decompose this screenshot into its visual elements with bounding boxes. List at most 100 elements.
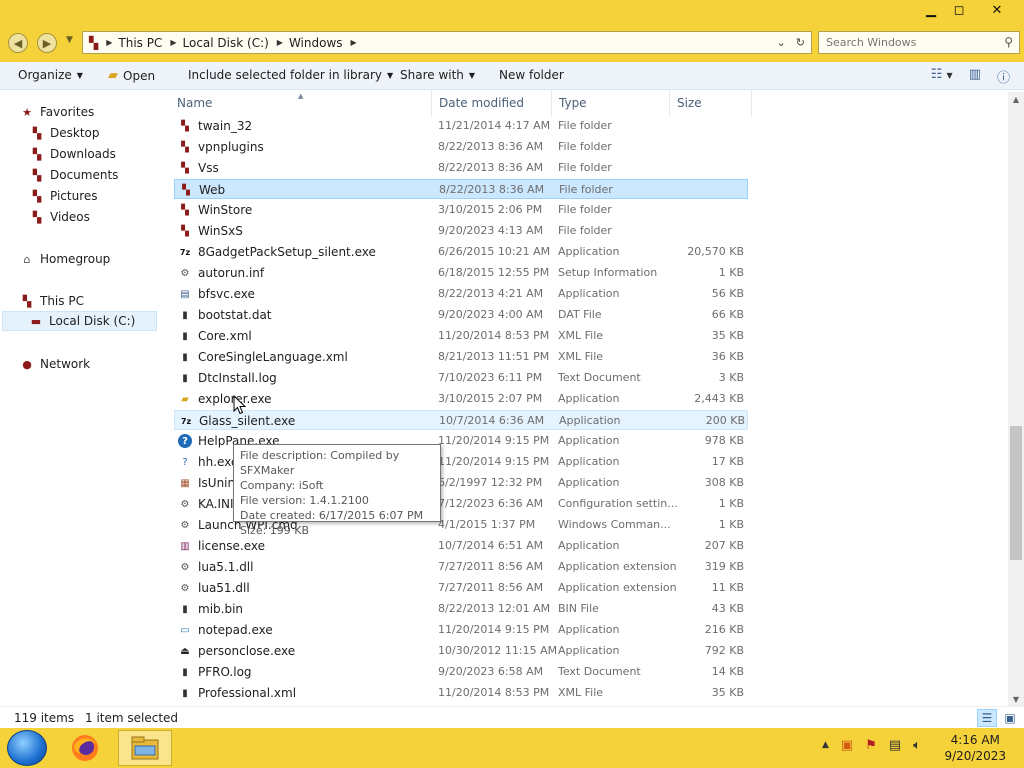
network-tray-icon[interactable]: ▤ xyxy=(889,738,901,753)
nav-homegroup[interactable]: ⌂ Homegroup xyxy=(20,249,111,269)
column-header-size[interactable]: Size xyxy=(670,90,752,116)
file-list: ▚ twain_32 11/21/2014 4:17 AM File folder ▚ v… xyxy=(174,116,1010,706)
chevron-right-icon[interactable]: ▶ xyxy=(170,38,176,47)
start-button[interactable] xyxy=(7,730,47,766)
nav-downloads[interactable]: ▚ Downloads xyxy=(30,144,116,164)
file-date-modified: 10/30/2012 11:15 AM xyxy=(438,644,558,657)
large-icons-view-icon: ▣ xyxy=(1004,711,1016,725)
breadcrumb-local-disk[interactable]: Local Disk (C:) xyxy=(183,36,269,50)
taskbar-clock[interactable]: 4:16 AM 9/20/2023 xyxy=(944,732,1006,764)
open-button[interactable]: ▰ Open xyxy=(108,68,155,83)
nav-favorites[interactable]: ★ Favorites xyxy=(20,102,94,122)
minimize-button[interactable]: ▁ xyxy=(918,0,944,21)
nav-pictures[interactable]: ▚ Pictures xyxy=(30,186,98,206)
firefox-taskbar-button[interactable] xyxy=(58,730,112,766)
column-header-date[interactable]: Date modified xyxy=(432,90,552,116)
scrollbar-thumb[interactable] xyxy=(1010,426,1022,560)
share-with-button[interactable]: Share with ▼ xyxy=(400,68,475,82)
column-header-type[interactable]: Type xyxy=(552,90,670,116)
nav-videos[interactable]: ▚ Videos xyxy=(30,207,90,227)
file-icon: ▮ xyxy=(182,687,188,699)
file-row[interactable]: ▤ bfsvc.exe 8/22/2013 4:21 AM Application 56… xyxy=(174,284,748,304)
details-view-button[interactable]: ☰ xyxy=(977,709,997,727)
search-input[interactable] xyxy=(819,32,989,53)
recent-locations-button[interactable]: ▼ xyxy=(66,35,73,45)
share-with-label: Share with xyxy=(400,68,464,82)
nav-this-pc[interactable]: ▚ This PC xyxy=(20,291,84,311)
taskbar: ▲ ▣ ⚑ ▤ 🔈︎ 4:16 AM 9/20/2023 xyxy=(0,728,1024,768)
file-row[interactable]: ▮ bootstat.dat 9/20/2023 4:00 AM DAT File 66… xyxy=(174,305,748,325)
file-row[interactable]: ▭ notepad.exe 11/20/2014 9:15 PM Applicatio… xyxy=(174,620,748,640)
nav-network[interactable]: ● Network xyxy=(20,354,90,374)
nav-local-disk[interactable]: ▬ Local Disk (C:) xyxy=(2,311,157,331)
file-row[interactable]: ▮ CoreSingleLanguage.xml 8/21/2013 11:51 P… xyxy=(174,347,748,367)
chevron-right-icon[interactable]: ▶ xyxy=(106,38,112,47)
volume-icon[interactable]: 🔈︎ xyxy=(913,738,921,753)
nav-videos-label: Videos xyxy=(50,210,90,224)
file-name: autorun.inf xyxy=(198,266,265,280)
settings-file-icon: ⚙ xyxy=(180,582,190,594)
file-row[interactable]: ▚ twain_32 11/21/2014 4:17 AM File folder xyxy=(174,116,748,136)
back-button[interactable]: ◀ xyxy=(8,33,28,53)
close-button[interactable]: ✕ xyxy=(974,0,1020,21)
action-center-flag-icon[interactable]: ⚑ xyxy=(865,738,877,753)
preview-pane-icon[interactable]: ▥ xyxy=(969,67,981,86)
search-icon[interactable]: ⚲ xyxy=(1004,35,1013,49)
nav-documents-label: Documents xyxy=(50,168,119,182)
new-folder-button[interactable]: New folder xyxy=(499,68,564,82)
refresh-icon[interactable]: ↻ xyxy=(796,36,805,49)
file-row[interactable]: ▮ mib.bin 8/22/2013 12:01 AM BIN File 43 KB xyxy=(174,599,748,619)
nav-this-pc-label: This PC xyxy=(40,294,84,308)
file-row[interactable]: ▮ PFRO.log 9/20/2023 6:58 AM Text Document 1… xyxy=(174,662,748,682)
file-type: Application xyxy=(558,455,620,468)
file-type: File folder xyxy=(558,161,612,174)
file-row[interactable]: ▚ Web 8/22/2013 8:36 AM File folder xyxy=(174,179,748,199)
vertical-scrollbar[interactable]: ▲ ▼ xyxy=(1008,92,1024,706)
file-row[interactable]: ▚ WinStore 3/10/2015 2:06 PM File folder xyxy=(174,200,748,220)
star-icon: ★ xyxy=(22,105,32,119)
chevron-right-icon[interactable]: ▶ xyxy=(277,38,283,47)
breadcrumb-this-pc[interactable]: This PC xyxy=(118,36,162,50)
nav-desktop[interactable]: ▚ Desktop xyxy=(30,123,100,143)
show-hidden-icons-icon[interactable]: ▲ xyxy=(822,740,829,753)
file-row[interactable]: ▮ DtcInstall.log 7/10/2023 6:11 PM Text Doc… xyxy=(174,368,748,388)
file-row[interactable]: ▚ vpnplugins 8/22/2013 8:36 AM File folder xyxy=(174,137,748,157)
large-icons-view-button[interactable]: ▣ xyxy=(1000,709,1020,727)
file-name: vpnplugins xyxy=(198,140,264,154)
file-name: DtcInstall.log xyxy=(198,371,277,385)
forward-button[interactable]: ▶ xyxy=(37,33,57,53)
file-row[interactable]: ▚ Vss 8/22/2013 8:36 AM File folder xyxy=(174,158,748,178)
help-icon[interactable]: ⓘ xyxy=(997,67,1010,86)
file-row[interactable]: ⚙ lua5.1.dll 7/27/2011 8:56 AM Application … xyxy=(174,557,748,577)
nav-documents[interactable]: ▚ Documents xyxy=(30,165,119,185)
include-library-label: Include selected folder in library xyxy=(188,68,382,82)
include-library-button[interactable]: Include selected folder in library ▼ xyxy=(188,68,393,82)
file-row[interactable]: ▮ Core.xml 11/20/2014 8:53 PM XML File 35 KB xyxy=(174,326,748,346)
file-row[interactable]: ▰explorer.exe3/10/2015 2:07 PMApplicatio… xyxy=(174,389,748,409)
change-view-icon[interactable]: ☷ ▼ xyxy=(931,67,953,86)
tray-app-icon[interactable]: ▣ xyxy=(841,738,853,753)
address-dropdown-icon[interactable]: ⌄ xyxy=(777,36,786,49)
navigation-pane: ★ Favorites ▚ Desktop ▚ Downloads ▚ Docu… xyxy=(0,90,160,706)
file-row[interactable]: ⏏ personclose.exe 10/30/2012 11:15 AM Appli… xyxy=(174,641,748,661)
file-row[interactable]: ▥ license.exe 10/7/2014 6:51 AM Application… xyxy=(174,536,748,556)
scroll-up-arrow-icon[interactable]: ▲ xyxy=(1008,92,1024,106)
scroll-down-arrow-icon[interactable]: ▼ xyxy=(1008,692,1024,706)
search-box[interactable]: ⚲ xyxy=(818,31,1020,54)
file-row[interactable]: ▮ Professional.xml 11/20/2014 8:53 PM XML F… xyxy=(174,683,748,703)
file-row[interactable]: 7z Glass_silent.exe 10/7/2014 6:36 AM Appli… xyxy=(174,410,748,430)
maximize-button[interactable]: ◻ xyxy=(946,0,972,21)
address-bar[interactable]: ▚ ▶ This PC ▶ Local Disk (C:) ▶ Windows … xyxy=(82,31,812,54)
pictures-icon: ▚ xyxy=(32,189,42,203)
file-row[interactable]: ⚙ lua51.dll 7/27/2011 8:56 AM Application e… xyxy=(174,578,748,598)
sort-ascending-icon: ▲ xyxy=(298,92,304,100)
file-explorer-taskbar-button[interactable] xyxy=(118,730,172,766)
organize-button[interactable]: Organize ▼ xyxy=(18,68,83,82)
file-row[interactable]: 7z 8GadgetPackSetup_silent.exe 6/26/2015 1… xyxy=(174,242,748,262)
file-tooltip: File description: Compiled by SFXMaker C… xyxy=(233,444,441,537)
file-row[interactable]: ▚ WinSxS 9/20/2023 4:13 AM File folder xyxy=(174,221,748,241)
breadcrumb-windows[interactable]: Windows xyxy=(289,36,343,50)
chevron-right-icon[interactable]: ▶ xyxy=(351,38,357,47)
firefox-icon xyxy=(72,735,98,761)
file-row[interactable]: ⚙ autorun.inf 6/18/2015 12:55 PM Setup Info… xyxy=(174,263,748,283)
